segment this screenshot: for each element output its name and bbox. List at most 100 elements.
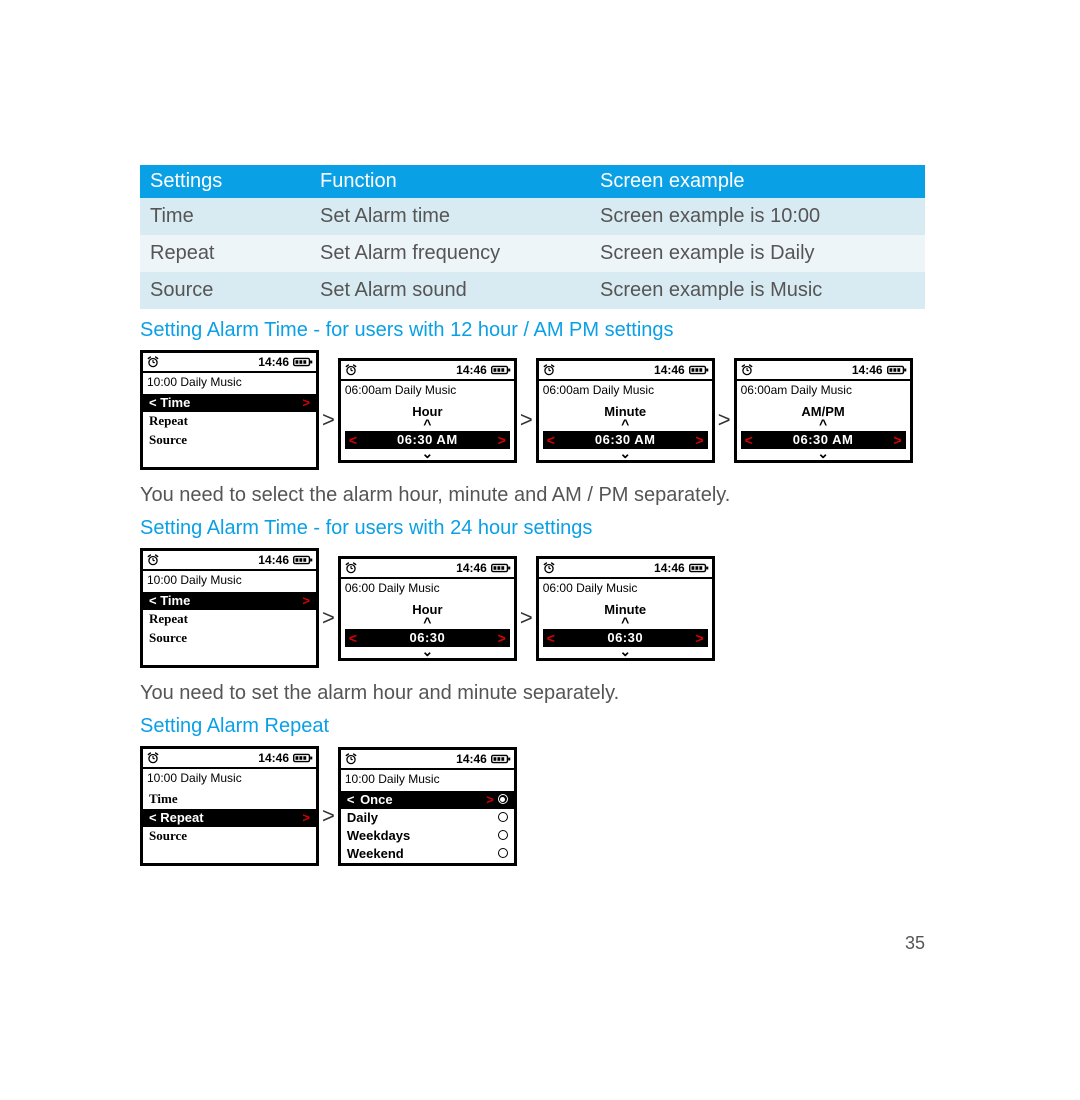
alarm-info-line: 10:00 Daily Music <box>143 571 316 592</box>
radio-icon <box>498 848 508 858</box>
radio-icon <box>498 830 508 840</box>
alarm-info-line: 06:00am Daily Music <box>737 381 910 402</box>
section-heading-24h: Setting Alarm Time - for users with 24 h… <box>140 517 925 540</box>
table-cell: Repeat <box>140 235 310 272</box>
device-screen: 14:4606:00 Daily MusicHour^<06:30>⌄ <box>338 556 517 661</box>
alarm-info-line: 06:00 Daily Music <box>539 579 712 600</box>
status-bar: 14:46 <box>341 559 514 579</box>
chevron-right-icon[interactable]: > <box>498 432 506 448</box>
device-screen: 14:4610:00 Daily Music< Once>DailyWeekda… <box>338 747 517 866</box>
device-screen: 14:46 10:00 Daily Music< Time>RepeatSourc… <box>140 350 319 470</box>
chevron-up-icon[interactable]: ^ <box>737 420 910 431</box>
alarm-icon <box>740 363 754 377</box>
menu-item[interactable]: Source <box>143 827 316 846</box>
clock-time: 14:46 <box>258 355 289 369</box>
option-row[interactable]: Weekdays <box>341 827 514 845</box>
chevron-left-icon[interactable]: < <box>547 630 555 646</box>
option-row[interactable]: Daily <box>341 809 514 827</box>
table-header: Function <box>310 165 590 198</box>
table-row: Time Set Alarm time Screen example is 10… <box>140 198 925 235</box>
battery-icon <box>689 365 709 375</box>
chevron-left-icon[interactable]: < <box>547 432 555 448</box>
device-screen: 14:4606:00am Daily MusicMinute^<06:30 AM… <box>536 358 715 463</box>
device-screen: 14:46 10:00 Daily Music< Time>RepeatSourc… <box>140 548 319 668</box>
chevron-right-icon[interactable]: > <box>498 630 506 646</box>
menu-item[interactable]: Source <box>143 431 316 450</box>
battery-icon <box>491 754 511 764</box>
chevron-right-icon: > <box>486 792 494 807</box>
chevron-left-icon: < <box>149 810 157 825</box>
chevron-down-icon[interactable]: ⌄ <box>341 647 514 658</box>
clock-time: 14:46 <box>258 751 289 765</box>
menu-item[interactable]: Repeat <box>143 610 316 629</box>
chevron-down-icon[interactable]: ⌄ <box>539 647 712 658</box>
status-bar: 14:46 <box>341 361 514 381</box>
clock-time: 14:46 <box>654 363 685 377</box>
chevron-down-icon[interactable]: ⌄ <box>341 449 514 460</box>
chevron-right-icon[interactable]: > <box>893 432 901 448</box>
alarm-icon <box>146 751 160 765</box>
radio-icon <box>498 812 508 822</box>
flow-arrow-icon: > <box>319 803 338 829</box>
status-bar: 14:46 <box>143 551 316 571</box>
alarm-info-line: 10:00 Daily Music <box>143 769 316 790</box>
alarm-info-line: 06:00 Daily Music <box>341 579 514 600</box>
clock-time: 14:46 <box>258 553 289 567</box>
option-row-selected[interactable]: < Once> <box>341 791 514 809</box>
chevron-down-icon[interactable]: ⌄ <box>539 449 712 460</box>
chevron-left-icon: < <box>149 395 157 410</box>
body-text-24h: You need to set the alarm hour and minut… <box>140 682 925 705</box>
chevron-up-icon[interactable]: ^ <box>341 420 514 431</box>
battery-icon <box>293 555 313 565</box>
section-heading-repeat: Setting Alarm Repeat <box>140 715 925 738</box>
chevron-left-icon[interactable]: < <box>349 432 357 448</box>
status-bar: 14:46 <box>737 361 910 381</box>
battery-icon <box>293 753 313 763</box>
chevron-left-icon[interactable]: < <box>745 432 753 448</box>
alarm-icon <box>542 561 556 575</box>
table-cell: Screen example is Music <box>590 272 925 309</box>
settings-table: Settings Function Screen example Time Se… <box>140 165 925 309</box>
battery-icon <box>887 365 907 375</box>
clock-time: 14:46 <box>654 561 685 575</box>
chevron-right-icon[interactable]: > <box>696 630 704 646</box>
chevron-up-icon[interactable]: ^ <box>341 618 514 629</box>
status-bar: 14:46 <box>539 361 712 381</box>
flow-arrow-icon: > <box>517 407 536 433</box>
flow-arrow-icon: > <box>715 407 734 433</box>
chevron-up-icon[interactable]: ^ <box>539 618 712 629</box>
clock-time: 14:46 <box>852 363 883 377</box>
radio-selected-icon <box>498 794 508 804</box>
chevron-down-icon[interactable]: ⌄ <box>737 449 910 460</box>
screens-row-12h: 14:46 10:00 Daily Music< Time>RepeatSourc… <box>140 350 925 470</box>
chevron-up-icon[interactable]: ^ <box>539 420 712 431</box>
menu-item-selected[interactable]: < Repeat> <box>143 809 316 827</box>
table-row: Source Set Alarm sound Screen example is… <box>140 272 925 309</box>
battery-icon <box>491 365 511 375</box>
chevron-right-icon: > <box>302 810 310 825</box>
body-text-12h: You need to select the alarm hour, minut… <box>140 484 925 507</box>
table-cell: Screen example is Daily <box>590 235 925 272</box>
menu-item[interactable]: Source <box>143 629 316 648</box>
table-header: Settings <box>140 165 310 198</box>
menu-item-selected[interactable]: < Time> <box>143 592 316 610</box>
table-header: Screen example <box>590 165 925 198</box>
chevron-right-icon[interactable]: > <box>696 432 704 448</box>
status-bar: 14:46 <box>143 353 316 373</box>
device-screen: 14:4606:00 Daily MusicMinute^<06:30>⌄ <box>536 556 715 661</box>
chevron-left-icon[interactable]: < <box>349 630 357 646</box>
menu-item-selected[interactable]: < Time> <box>143 394 316 412</box>
alarm-info-line: 10:00 Daily Music <box>143 373 316 394</box>
battery-icon <box>293 357 313 367</box>
alarm-info-line: 06:00am Daily Music <box>539 381 712 402</box>
alarm-icon <box>146 355 160 369</box>
option-row[interactable]: Weekend <box>341 845 514 863</box>
table-cell: Set Alarm frequency <box>310 235 590 272</box>
menu-item[interactable]: Repeat <box>143 412 316 431</box>
status-bar: 14:46 <box>539 559 712 579</box>
menu-item[interactable]: Time <box>143 790 316 809</box>
table-row: Repeat Set Alarm frequency Screen exampl… <box>140 235 925 272</box>
clock-time: 14:46 <box>456 363 487 377</box>
chevron-right-icon: > <box>302 593 310 608</box>
alarm-icon <box>542 363 556 377</box>
